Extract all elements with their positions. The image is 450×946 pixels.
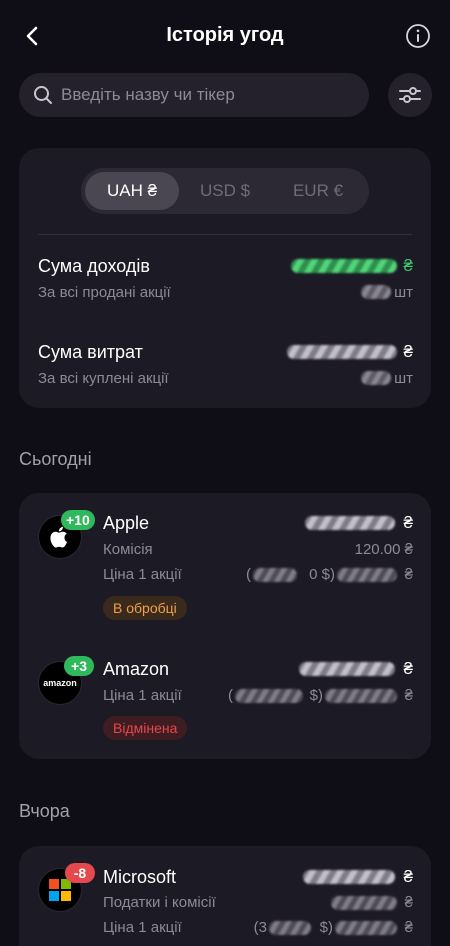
tab-eur[interactable]: EUR €	[271, 172, 365, 210]
apple-amount-redacted	[305, 516, 395, 530]
expenses-count-redacted	[361, 371, 391, 385]
microsoft-name: Microsoft	[103, 867, 177, 887]
microsoft-price-usd: $)	[319, 919, 333, 936]
search-input[interactable]	[61, 85, 351, 105]
page-title: Історія угод	[166, 24, 284, 46]
income-currency: ₴	[403, 256, 413, 275]
header: Історія угод	[0, 0, 450, 72]
expenses-subtitle: За всі куплені акції	[38, 370, 169, 387]
microsoft-price-usd-redacted	[269, 921, 311, 935]
income-unit: шт	[394, 284, 413, 301]
apple-price-label: Ціна 1 акції	[103, 566, 182, 583]
microsoft-price-open: (3	[253, 919, 267, 936]
amazon-price-label: Ціна 1 акції	[103, 687, 182, 704]
microsoft-price-currency: ₴	[404, 919, 413, 936]
amazon-price-uah-redacted	[325, 689, 397, 703]
amazon-quantity-badge: +3	[64, 656, 94, 676]
income-amount-redacted	[291, 259, 397, 273]
amazon-price-currency: ₴	[404, 687, 413, 704]
microsoft-taxes-currency: ₴	[404, 894, 413, 911]
search-bar	[19, 73, 369, 117]
summary-card: UAH ₴ USD $ EUR € Сума доходів За всі пр…	[19, 148, 431, 408]
microsoft-taxes-label: Податки і комісії	[103, 894, 216, 911]
expenses-unit: шт	[394, 370, 413, 387]
microsoft-quantity-badge: -8	[65, 863, 95, 883]
apple-price-usd: 0 $)	[309, 566, 335, 583]
amazon-price-usd: $)	[309, 687, 323, 704]
apple-price-open: (	[246, 566, 251, 583]
apple-price-currency: ₴	[404, 566, 413, 583]
amazon-price-usd-redacted	[235, 689, 303, 703]
search-icon	[34, 86, 52, 104]
section-today: Сьогодні	[19, 449, 92, 469]
income-count-redacted	[361, 285, 391, 299]
status-badge-processing: В обробці	[103, 596, 187, 620]
amazon-currency: ₴	[403, 659, 413, 678]
microsoft-price-uah-redacted	[335, 921, 397, 935]
amazon-amount-redacted	[299, 662, 395, 676]
microsoft-taxes-redacted	[331, 896, 397, 910]
expenses-currency: ₴	[403, 342, 413, 361]
income-title: Сума доходів	[38, 256, 150, 276]
expenses-amount-redacted	[287, 345, 397, 359]
microsoft-currency: ₴	[403, 867, 413, 886]
expenses-title: Сума витрат	[38, 342, 143, 362]
apple-quantity-badge: +10	[61, 510, 95, 530]
apple-name: Apple	[103, 513, 150, 533]
apple-commission-label: Комісія	[103, 541, 153, 558]
amazon-name: Amazon	[103, 659, 170, 679]
tab-uah[interactable]: UAH ₴	[85, 172, 179, 210]
filter-button[interactable]	[388, 73, 432, 117]
sliders-icon	[399, 87, 421, 103]
tab-usd[interactable]: USD $	[178, 172, 272, 210]
amazon-logo-text: amazon	[43, 678, 77, 688]
apple-price-uah-redacted	[337, 568, 397, 582]
apple-currency: ₴	[403, 513, 413, 532]
info-icon[interactable]	[405, 23, 431, 49]
status-badge-cancelled: Відмінена	[103, 716, 188, 740]
currency-switcher: UAH ₴ USD $ EUR €	[81, 168, 369, 214]
income-subtitle: За всі продані акції	[38, 284, 171, 301]
trades-yesterday-card: -8 Microsoft Податки і комісії Ціна 1 ак…	[19, 846, 431, 946]
microsoft-amount-redacted	[303, 870, 395, 884]
amazon-price-open: (	[228, 687, 233, 704]
divider	[38, 234, 412, 235]
trades-today-card: +10 Apple Комісія Ціна 1 акції В обробці…	[19, 493, 431, 759]
microsoft-price-label: Ціна 1 акції	[103, 919, 182, 936]
apple-commission-value: 120.00 ₴	[354, 541, 413, 558]
section-yesterday: Вчора	[19, 801, 70, 821]
